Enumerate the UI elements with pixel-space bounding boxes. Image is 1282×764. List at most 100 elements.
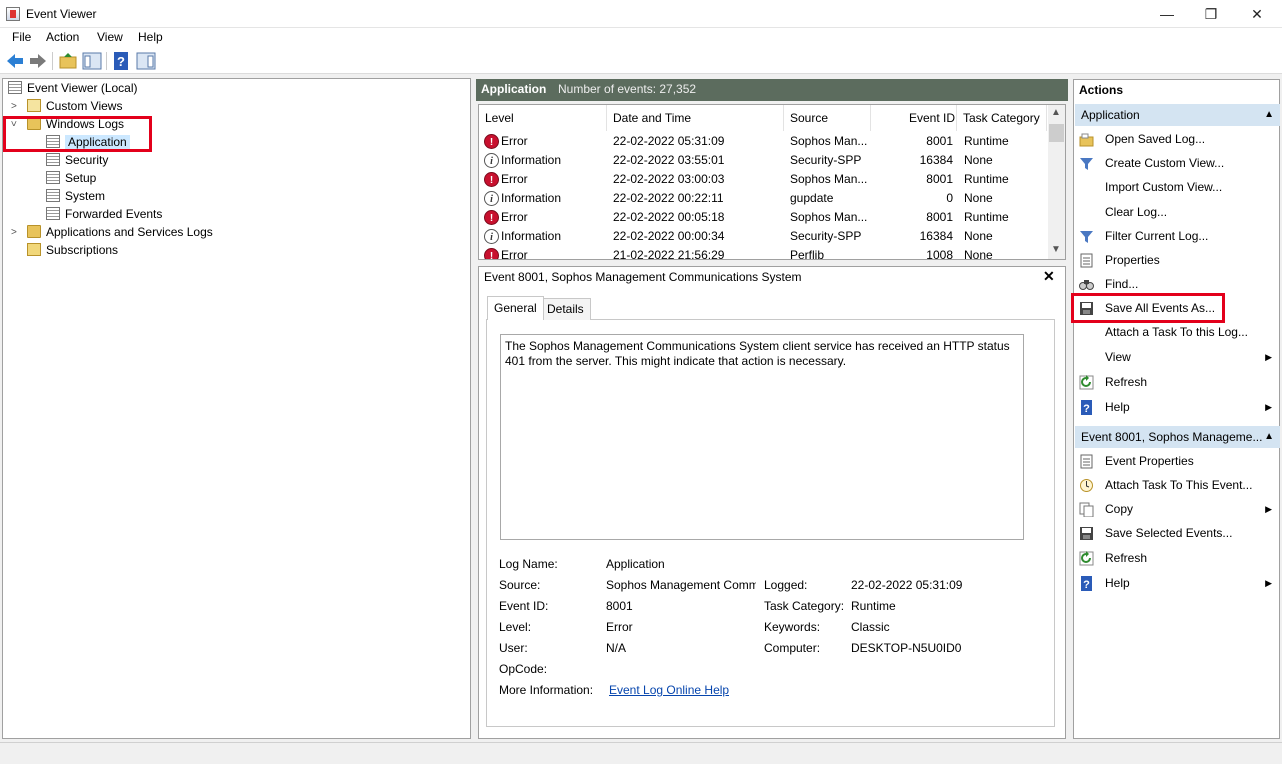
scroll-up-icon[interactable]: ▲: [1051, 107, 1061, 118]
tree-item-event-viewer-local[interactable]: Event Viewer (Local): [8, 79, 138, 97]
action-label: Refresh: [1105, 375, 1148, 389]
menu-view[interactable]: View: [97, 30, 123, 44]
back-arrow-icon[interactable]: [5, 51, 25, 71]
table-row[interactable]: ! Error 22-02-2022 03:00:03 Sophos Man... 80…: [479, 170, 1047, 189]
cell-source: Sophos Man...: [790, 172, 868, 186]
cell-id: 8001: [926, 210, 953, 224]
chevron-right-icon[interactable]: >: [11, 227, 17, 238]
action-refresh[interactable]: Refresh: [1079, 371, 1278, 393]
chevron-right-icon[interactable]: >: [11, 101, 17, 112]
table-row[interactable]: i Information 22-02-2022 03:55:01 Security-…: [479, 151, 1047, 170]
actions-section-application[interactable]: Application ▲: [1075, 104, 1280, 126]
scrollbar-thumb[interactable]: [1049, 124, 1064, 142]
tree-item-setup[interactable]: Setup: [46, 169, 96, 187]
column-header-task-category[interactable]: Task Category: [957, 105, 1047, 131]
action-create-custom-view[interactable]: Create Custom View...: [1079, 152, 1278, 174]
table-row[interactable]: i Information 22-02-2022 00:00:34 Security-…: [479, 227, 1047, 246]
action-help[interactable]: ? Help ▶: [1079, 396, 1278, 418]
label-logged: Logged:: [764, 578, 808, 592]
column-header-event-id[interactable]: Event ID: [871, 105, 957, 131]
action-find[interactable]: Find...: [1079, 273, 1278, 295]
action-filter-current-log[interactable]: Filter Current Log...: [1079, 225, 1278, 247]
event-viewer-app-icon: [6, 7, 20, 21]
maximize-button[interactable]: ❐: [1188, 0, 1234, 28]
action-label: Attach Task To This Event...: [1105, 478, 1253, 492]
event-message[interactable]: The Sophos Management Communications Sys…: [500, 334, 1024, 540]
action-help-event[interactable]: ? Help ▶: [1079, 572, 1278, 594]
tree-item-custom-views[interactable]: Custom Views: [27, 97, 122, 115]
action-copy[interactable]: Copy ▶: [1079, 498, 1278, 520]
up-folder-icon[interactable]: [58, 51, 78, 71]
cell-date: 22-02-2022 03:00:03: [613, 172, 725, 186]
cell-level: Information: [501, 229, 562, 243]
cell-date: 22-02-2022 05:31:09: [613, 134, 725, 148]
tree-item-forwarded-events[interactable]: Forwarded Events: [46, 205, 162, 223]
tree-item-security[interactable]: Security: [46, 151, 108, 169]
cell-source: Security-SPP: [790, 153, 862, 167]
tree-item-system[interactable]: System: [46, 187, 105, 205]
tree-item-subscriptions[interactable]: Subscriptions: [27, 241, 118, 259]
column-header-date[interactable]: Date and Time: [607, 105, 784, 131]
help-icon: ?: [1079, 576, 1094, 591]
event-log-online-help-link[interactable]: Event Log Online Help: [609, 683, 729, 697]
information-icon: i: [484, 191, 499, 206]
table-row[interactable]: ! Error 22-02-2022 05:31:09 Sophos Man... 80…: [479, 132, 1047, 151]
value-task-category: Runtime: [851, 599, 896, 613]
chevron-down-icon[interactable]: >: [7, 121, 18, 127]
action-refresh-event[interactable]: Refresh: [1079, 547, 1278, 569]
tab-details[interactable]: Details: [540, 298, 591, 320]
help-icon: ?: [1079, 400, 1094, 415]
tree-item-application[interactable]: Application: [46, 133, 130, 151]
action-event-properties[interactable]: Event Properties: [1079, 450, 1278, 472]
action-attach-task-to-log[interactable]: Attach a Task To this Log...: [1079, 321, 1278, 343]
tab-general[interactable]: General: [487, 296, 544, 320]
table-row[interactable]: ! Error 22-02-2022 00:05:18 Sophos Man... 80…: [479, 208, 1047, 227]
column-header-source[interactable]: Source: [784, 105, 871, 131]
close-window-button[interactable]: ✕: [1234, 0, 1280, 28]
action-open-saved-log[interactable]: Open Saved Log...: [1079, 128, 1278, 150]
binoculars-icon: [1079, 277, 1094, 292]
menu-action[interactable]: Action: [46, 30, 79, 44]
help-icon[interactable]: ?: [112, 51, 132, 71]
scroll-down-icon[interactable]: ▼: [1051, 244, 1061, 255]
action-save-selected-events[interactable]: Save Selected Events...: [1079, 522, 1278, 544]
collapse-up-icon[interactable]: ▲: [1264, 104, 1274, 126]
close-detail-icon[interactable]: ✕: [1043, 268, 1055, 285]
action-view[interactable]: View ▶: [1079, 346, 1278, 368]
show-hide-tree-icon[interactable]: [82, 51, 102, 71]
action-import-custom-view[interactable]: Import Custom View...: [1079, 176, 1278, 198]
error-icon: !: [484, 134, 499, 149]
table-row[interactable]: ! Error 21-02-2022 21:56:29 Perflib 1008 None: [479, 246, 1047, 260]
information-icon: i: [484, 229, 499, 244]
action-attach-task-to-event[interactable]: Attach Task To This Event...: [1079, 474, 1278, 496]
column-header-level[interactable]: Level: [479, 105, 607, 131]
action-label: Import Custom View...: [1105, 180, 1223, 194]
minimize-button[interactable]: —: [1144, 0, 1190, 28]
collapse-up-icon[interactable]: ▲: [1264, 426, 1274, 448]
menu-help[interactable]: Help: [138, 30, 163, 44]
menu-file[interactable]: File: [12, 30, 31, 44]
cell-source: Security-SPP: [790, 229, 862, 243]
tree-item-applications-and-services-logs[interactable]: Applications and Services Logs: [27, 223, 213, 241]
cell-id: 16384: [919, 229, 953, 243]
cell-source: Perflib: [790, 248, 825, 260]
actions-section-event[interactable]: Event 8001, Sophos Manageme... ▲: [1075, 426, 1280, 448]
show-actions-pane-icon[interactable]: [136, 51, 156, 71]
filter-icon: [1079, 229, 1094, 244]
tree-item-windows-logs[interactable]: Windows Logs: [27, 115, 124, 133]
table-row[interactable]: i Information 22-02-2022 00:22:11 gupdate 0 N…: [479, 189, 1047, 208]
action-label: Save All Events As...: [1105, 301, 1216, 315]
cell-level: Error: [501, 172, 528, 186]
menu-bar: File Action View Help: [0, 28, 1282, 48]
cell-id: 0: [946, 191, 953, 205]
forward-arrow-icon[interactable]: [28, 51, 48, 71]
log-icon: [46, 153, 60, 166]
action-save-all-events-as[interactable]: Save All Events As...: [1079, 297, 1278, 319]
action-properties[interactable]: Properties: [1079, 249, 1278, 271]
log-icon: [46, 189, 60, 202]
action-clear-log[interactable]: Clear Log...: [1079, 201, 1278, 223]
label-event-id: Event ID:: [499, 599, 549, 613]
action-label: Save Selected Events...: [1105, 526, 1233, 540]
value-event-id: 8001: [606, 599, 633, 613]
task-clock-icon: [1079, 478, 1094, 493]
